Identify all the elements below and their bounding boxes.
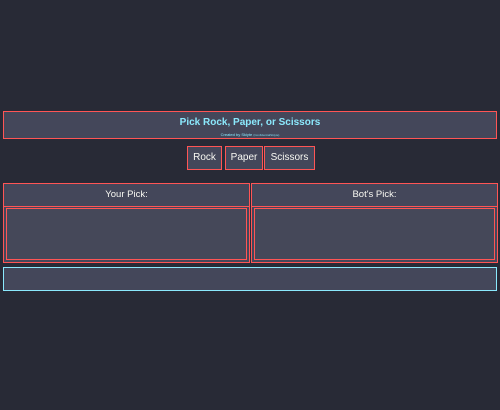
- bot-pick-display: [254, 208, 495, 260]
- result-bar: [3, 267, 497, 291]
- scissors-button[interactable]: Scissors: [264, 146, 315, 170]
- credit-text: Created by Skiyte: [220, 132, 253, 137]
- bot-pick-title: Bot's Pick:: [252, 184, 497, 207]
- player-pick-title: Your Pick:: [4, 184, 249, 207]
- game-page: Pick Rock, Paper, or Scissors Created by…: [0, 0, 500, 410]
- page-title: Pick Rock, Paper, or Scissors: [179, 117, 321, 128]
- rock-button[interactable]: Rock: [187, 146, 222, 170]
- credit-line: Created by Skiyte (ConfidentialSkiyte): [4, 132, 496, 138]
- choice-controls: Rock Paper Scissors: [0, 146, 500, 170]
- bot-pick-panel: Bot's Pick:: [251, 183, 498, 263]
- credit-small-text: (ConfidentialSkiyte): [253, 133, 280, 137]
- player-pick-display: [6, 208, 247, 260]
- player-pick-panel: Your Pick:: [3, 183, 250, 263]
- header-banner: Pick Rock, Paper, or Scissors Created by…: [3, 111, 497, 139]
- paper-button[interactable]: Paper: [225, 146, 263, 170]
